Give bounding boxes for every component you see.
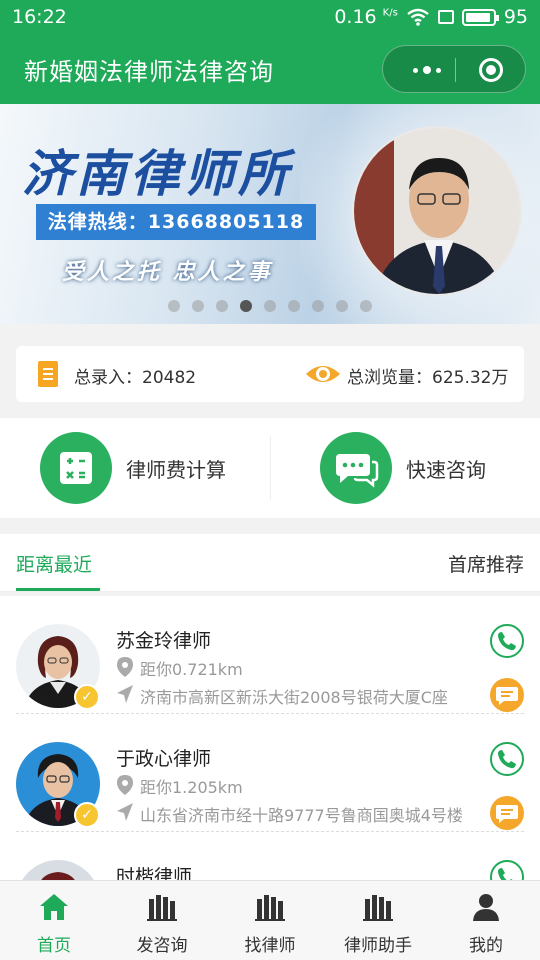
carousel-dot[interactable] (336, 300, 348, 312)
more-dots-icon[interactable] (401, 56, 453, 84)
tab-profile-label: 我的 (469, 936, 503, 956)
tab-nearest[interactable]: 距离最近 (16, 550, 92, 577)
lawyer-list: ✓ 苏金玲律师 距你0.721km 济南市高新区新泺大街2008号银荷大厦C座 (0, 596, 540, 880)
home-icon (40, 894, 68, 920)
list-item[interactable]: ✓ 于政心律师 距你1.205km 山东省济南市经十路9777号鲁商国奥城4号楼 (0, 714, 540, 832)
status-time: 16:22 (12, 6, 67, 28)
bottom-tab-bar: 首页 发咨询 找律师 律师助手 我的 (0, 880, 540, 960)
stats-card: 总录入：20482 总浏览量：625.32万 (16, 346, 524, 402)
capsule-divider (455, 58, 456, 82)
books-icon (255, 895, 285, 921)
page-title: 新婚姻法律师法律咨询 (24, 58, 274, 86)
feature-divider (270, 436, 271, 500)
carousel-dot[interactable] (264, 300, 276, 312)
status-bar: 16:22 0.16 K/s 95 (0, 0, 540, 34)
quick-consult-label: 快速咨询 (406, 457, 486, 482)
tab-post-consult[interactable]: 发咨询 (108, 881, 216, 960)
tab-profile[interactable]: 我的 (432, 881, 540, 960)
banner-firm-name: 济南律师所 (22, 144, 292, 203)
lawyer-name: 苏金玲律师 (116, 630, 212, 652)
list-item[interactable]: ✓ 苏金玲律师 距你0.721km 济南市高新区新泺大街2008号银荷大厦C座 (0, 596, 540, 714)
verified-badge-icon: ✓ (74, 684, 100, 710)
banner-hotline: 法律热线：13668805118 (36, 204, 316, 240)
carousel-dot[interactable] (312, 300, 324, 312)
carousel-indicator (0, 300, 540, 312)
message-icon[interactable] (490, 678, 524, 712)
books-icon (363, 895, 393, 921)
tab-lawyer-assistant-label: 律师助手 (344, 936, 412, 956)
calculator-icon (40, 432, 112, 504)
total-views: 总浏览量：625.32万 (347, 368, 509, 388)
chat-bubbles-icon (320, 432, 392, 504)
tab-post-consult-label: 发咨询 (136, 936, 188, 956)
carousel-dot[interactable] (360, 300, 372, 312)
carousel-dot[interactable] (288, 300, 300, 312)
screen-icon (437, 10, 454, 24)
lawyer-fee-calculator-button[interactable]: 律师费计算 (40, 432, 226, 504)
total-entries: 总录入：20482 (74, 368, 197, 388)
navigation-arrow-icon (117, 803, 133, 821)
tab-lawyer-assistant[interactable]: 律师助手 (324, 881, 432, 960)
list-item[interactable]: 时楷律师 (0, 832, 540, 880)
lawyer-distance: 距你1.205km (140, 778, 243, 797)
phone-call-icon[interactable] (490, 742, 524, 776)
active-tab-underline (16, 588, 100, 591)
phone-call-icon[interactable] (490, 860, 524, 880)
feature-row: 律师费计算 快速咨询 (0, 418, 540, 518)
lawyer-name: 时楷律师 (116, 866, 193, 880)
tab-recommended[interactable]: 首席推荐 (448, 550, 524, 577)
top-bar: 16:22 0.16 K/s 95 新婚姻法律师法律咨询 (0, 0, 540, 104)
carousel-dot[interactable] (168, 300, 180, 312)
message-icon[interactable] (490, 796, 524, 830)
network-speed: 0.16 K/s (334, 6, 398, 28)
eye-icon (306, 366, 340, 382)
user-icon (473, 894, 499, 921)
lawyer-address: 济南市高新区新泺大街2008号银荷大厦C座 (140, 688, 448, 707)
lawyer-address: 山东省济南市经十路9777号鲁商国奥城4号楼 (140, 806, 463, 825)
location-pin-icon (117, 775, 133, 795)
lawyer-fee-calculator-label: 律师费计算 (126, 457, 226, 482)
battery-level: 95 (503, 6, 528, 28)
carousel-dot[interactable] (192, 300, 204, 312)
tab-home-label: 首页 (37, 936, 71, 956)
mini-program-capsule (382, 45, 526, 93)
quick-consult-button[interactable]: 快速咨询 (320, 432, 486, 504)
tab-home[interactable]: 首页 (0, 881, 108, 960)
tab-find-lawyer[interactable]: 找律师 (216, 881, 324, 960)
lawyer-distance: 距你0.721km (140, 660, 243, 679)
wifi-icon (407, 8, 429, 26)
books-icon (147, 895, 177, 921)
target-circle-icon[interactable] (479, 58, 503, 82)
lawyer-list-tabs: 距离最近 首席推荐 (0, 534, 540, 592)
avatar (16, 860, 100, 880)
banner-lawyer-portrait (352, 126, 522, 296)
verified-badge-icon: ✓ (74, 802, 100, 828)
carousel-dot[interactable] (240, 300, 252, 312)
location-pin-icon (117, 657, 133, 677)
document-icon (38, 361, 58, 387)
tab-find-lawyer-label: 找律师 (244, 936, 296, 956)
status-right: 0.16 K/s 95 (334, 6, 528, 28)
banner-slogan: 受人之托 忠人之事 (62, 259, 273, 285)
phone-call-icon[interactable] (490, 624, 524, 658)
lawyer-name: 于政心律师 (116, 748, 212, 770)
battery-icon (461, 8, 499, 26)
navigation-arrow-icon (117, 685, 133, 703)
banner-carousel[interactable]: 济南律师所 法律热线：13668805118 受人之托 忠人之事 (0, 104, 540, 324)
carousel-dot[interactable] (216, 300, 228, 312)
